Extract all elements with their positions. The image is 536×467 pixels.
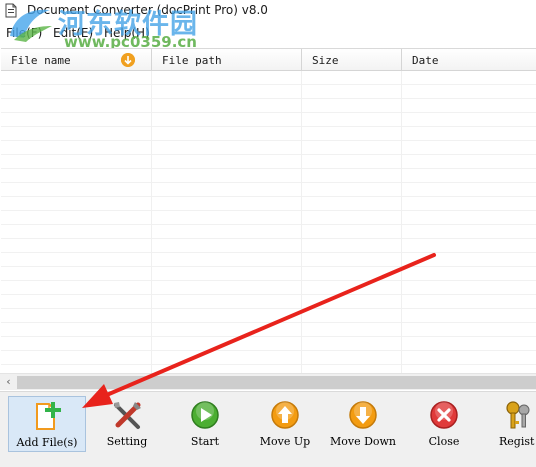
arrow-down-icon (349, 401, 377, 429)
close-button[interactable]: Close (405, 396, 483, 452)
file-table[interactable]: File name File path Size Date (1, 48, 536, 375)
move-down-button[interactable]: Move Down (324, 396, 402, 452)
table-row[interactable] (1, 281, 536, 295)
keys-icon (506, 401, 530, 429)
table-header: File name File path Size Date (1, 49, 536, 71)
watermark-logo-icon (10, 9, 52, 42)
column-header-file-name[interactable]: File name (1, 49, 152, 71)
arrow-up-icon (271, 401, 299, 429)
table-row[interactable] (1, 309, 536, 323)
table-row[interactable] (1, 71, 536, 85)
table-row[interactable] (1, 239, 536, 253)
play-icon (191, 401, 219, 429)
tool-label: Add File(s) (16, 436, 78, 449)
table-row[interactable] (1, 141, 536, 155)
tool-label: Setting (106, 435, 148, 448)
table-row[interactable] (1, 351, 536, 365)
tool-label: Move Up (259, 435, 311, 448)
scroll-thumb[interactable] (17, 376, 536, 389)
column-divider (151, 71, 152, 375)
add-files-button[interactable]: Add File(s) (8, 396, 86, 452)
scroll-left-icon[interactable]: ‹ (0, 374, 17, 391)
column-divider (301, 71, 302, 375)
tool-label: Regist (499, 435, 535, 448)
table-row[interactable] (1, 127, 536, 141)
table-row[interactable] (1, 337, 536, 351)
sort-down-icon[interactable] (121, 53, 135, 67)
table-row[interactable] (1, 155, 536, 169)
table-row[interactable] (1, 85, 536, 99)
table-body[interactable] (1, 71, 536, 375)
tools-icon (114, 402, 141, 429)
tool-label: Move Down (329, 435, 397, 448)
table-row[interactable] (1, 323, 536, 337)
tool-label: Start (190, 435, 220, 448)
toolbar: Add File(s) Setting Start Move Up Move D… (0, 391, 536, 467)
column-divider (401, 71, 402, 375)
table-row[interactable] (1, 295, 536, 309)
move-up-button[interactable]: Move Up (246, 396, 324, 452)
regist-button[interactable]: Regist (480, 396, 536, 452)
table-row[interactable] (1, 253, 536, 267)
start-button[interactable]: Start (166, 396, 244, 452)
setting-button[interactable]: Setting (88, 396, 166, 452)
table-row[interactable] (1, 169, 536, 183)
tool-label: Close (428, 435, 460, 448)
column-header-file-path[interactable]: File path (152, 49, 302, 71)
column-header-date[interactable]: Date (402, 49, 536, 71)
column-label: File name (11, 54, 71, 67)
table-row[interactable] (1, 113, 536, 127)
column-header-size[interactable]: Size (302, 49, 402, 71)
table-row[interactable] (1, 225, 536, 239)
column-label: Date (412, 54, 439, 67)
column-label: Size (312, 54, 339, 67)
table-row[interactable] (1, 197, 536, 211)
table-row[interactable] (1, 267, 536, 281)
horizontal-scrollbar[interactable]: ‹ (0, 373, 536, 390)
column-label: File path (162, 54, 222, 67)
table-row[interactable] (1, 183, 536, 197)
add-file-icon (36, 402, 61, 430)
table-row[interactable] (1, 99, 536, 113)
close-icon (430, 401, 458, 429)
table-row[interactable] (1, 211, 536, 225)
